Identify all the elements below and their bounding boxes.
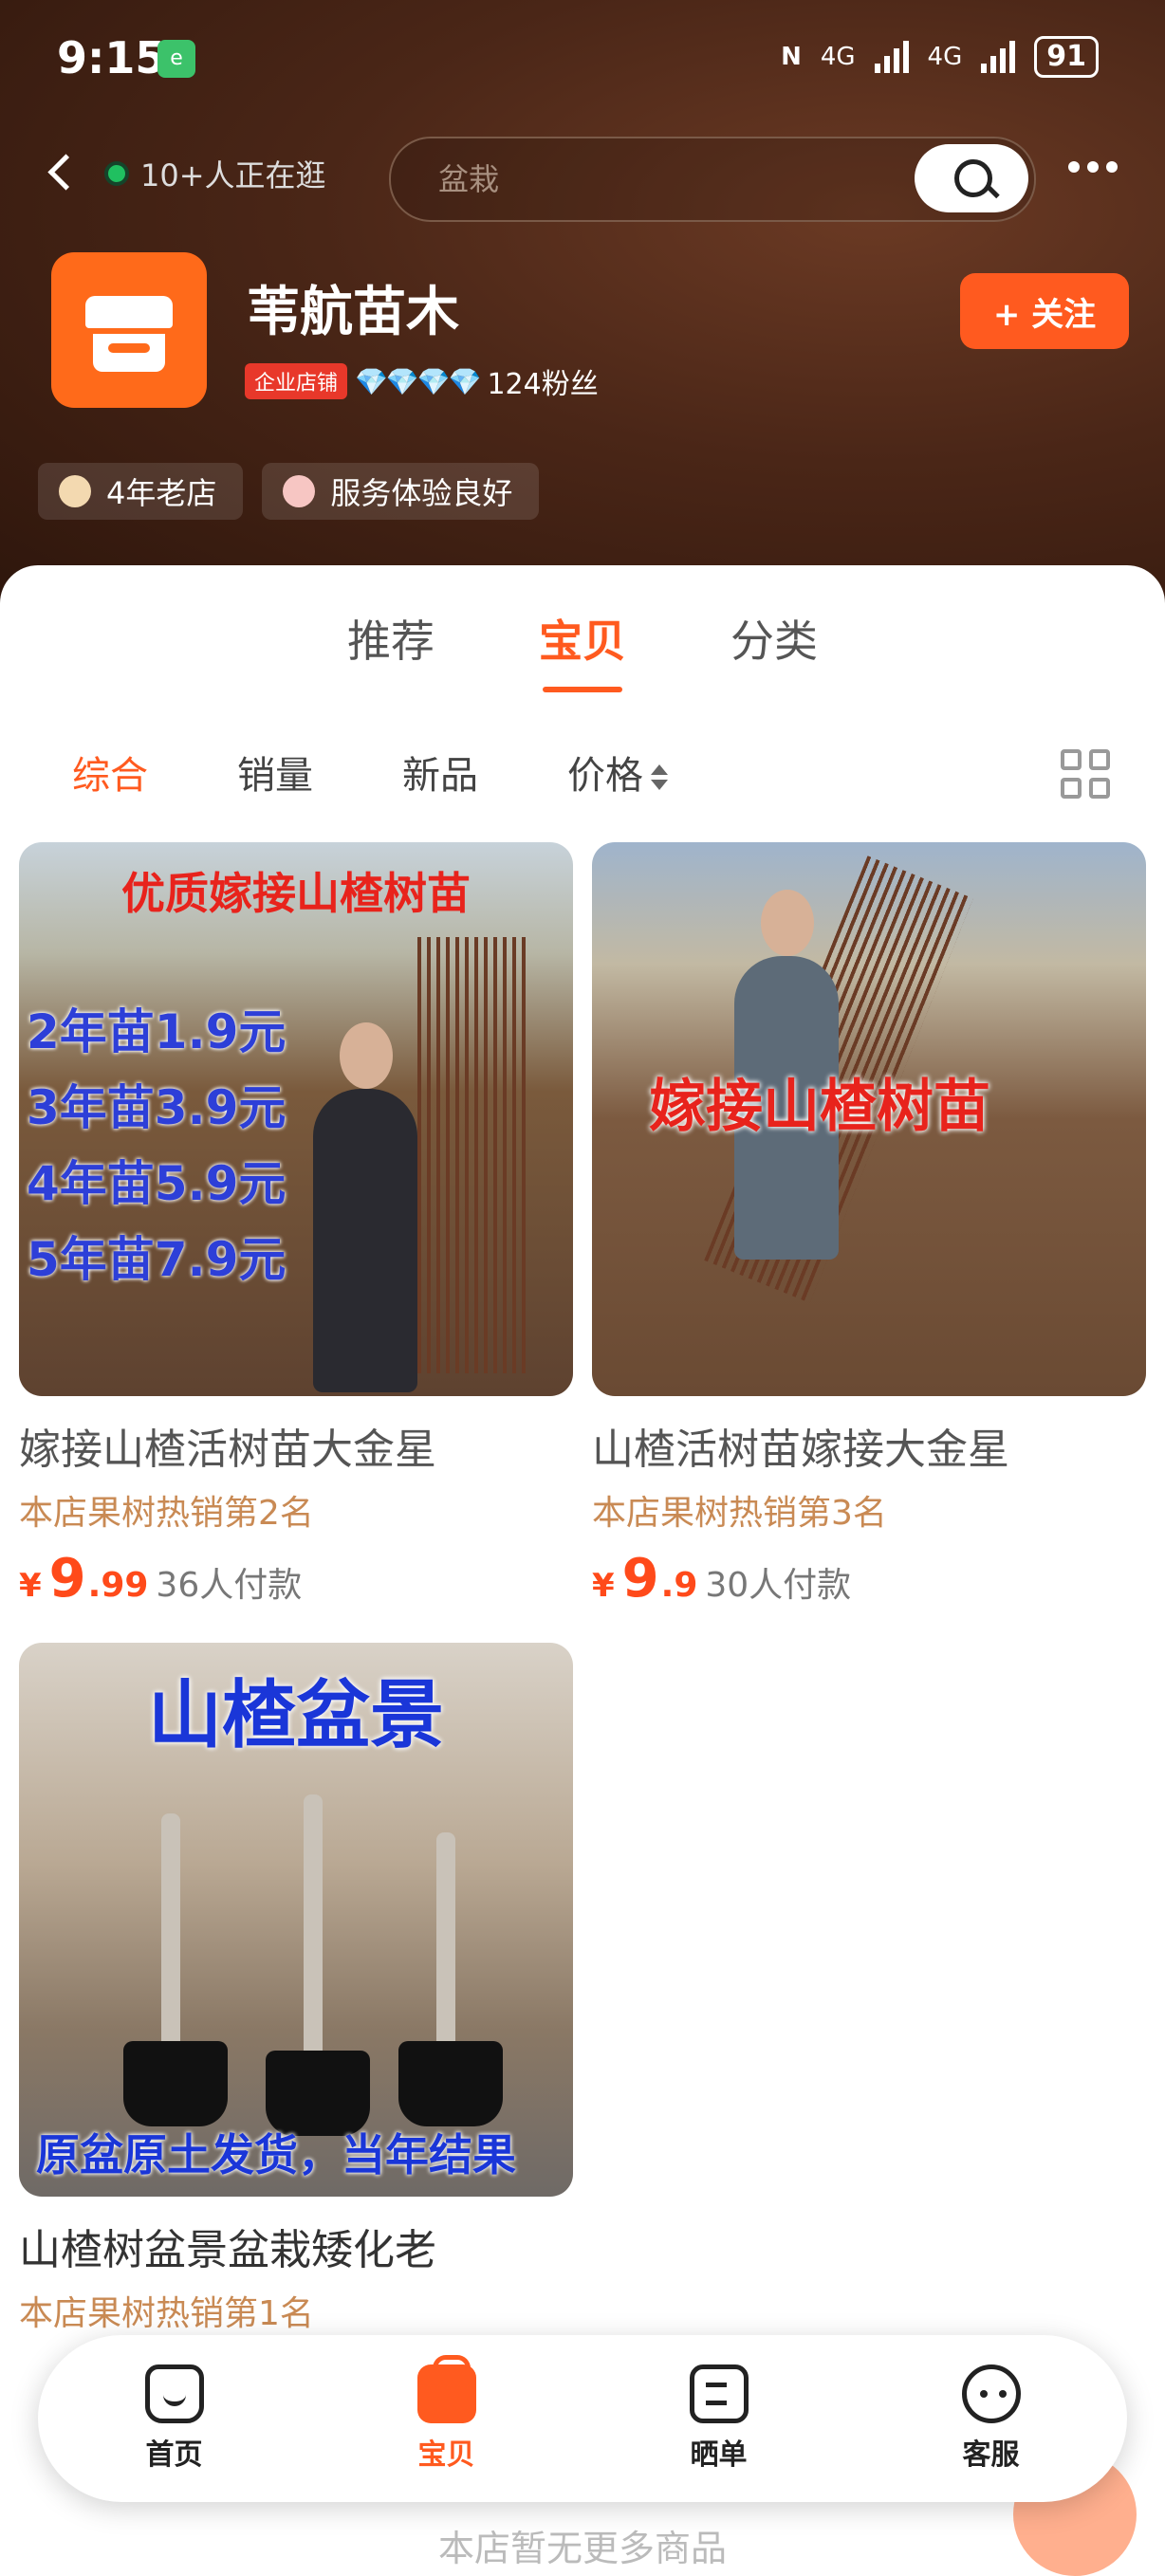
search-input[interactable] (436, 154, 858, 205)
follow-button[interactable]: + 关注 (960, 273, 1129, 349)
image-price-line: 5年苗7.9元 (27, 1232, 287, 1287)
product-image-caption: 原盆原土发货，当年结果 (36, 2129, 516, 2180)
product-price-row: ¥9.99 36人付款 (19, 1548, 573, 1610)
shop-tabs: 推荐 宝贝 分类 (0, 607, 1165, 692)
sold-count: 30人付款 (705, 1566, 852, 1605)
currency-symbol: ¥ (19, 1567, 42, 1605)
product-price-row: ¥9.9 30人付款 (592, 1548, 1146, 1610)
sort-sales[interactable]: 销量 (237, 745, 313, 800)
fans-count: 124粉丝 (487, 368, 599, 401)
price-decimal: .9 (660, 1566, 698, 1605)
back-arrow-icon[interactable] (42, 150, 80, 197)
person-figure (313, 1022, 417, 1392)
product-title[interactable]: 山楂树盆景盆栽矮化老 (19, 2216, 573, 2276)
status-right: N 4G 4G 91 (781, 36, 1099, 78)
search-icon[interactable] (915, 144, 1028, 212)
grid-view-icon[interactable] (1061, 749, 1110, 799)
sort-bar: 综合 销量 新品 价格 (72, 745, 668, 800)
nav-home[interactable]: 首页 (99, 2364, 250, 2473)
price-decimal: .99 (87, 1566, 149, 1605)
product-card[interactable]: 优质嫁接山楂树苗 2年苗1.9元 3年苗3.9元 4年苗5.9元 5年苗7.9元… (19, 842, 573, 1610)
product-title[interactable]: 嫁接山楂活树苗大金星 (19, 1415, 573, 1476)
battery-level: 91 (1034, 36, 1099, 78)
customer-service-icon (961, 2364, 1021, 2423)
product-image[interactable]: 嫁接山楂树苗 (592, 842, 1146, 1396)
shop-tag-service[interactable]: 服务体验良好 (262, 463, 540, 520)
nfc-icon: N (781, 43, 802, 71)
shop-name[interactable]: 苇航苗木 (247, 269, 459, 346)
viewers-text: 10+人正在逛 (140, 157, 326, 193)
shop-meta: 企业店铺 💎💎💎💎 124粉丝 (245, 360, 599, 402)
nav-label: 首页 (145, 2438, 203, 2472)
image-price-line: 2年苗1.9元 (27, 1004, 287, 1059)
nav-customer-service[interactable]: 客服 (915, 2364, 1067, 2473)
product-image-title: 优质嫁接山楂树苗 (121, 868, 471, 919)
status-bar: 9:15 e N 4G 4G 91 (0, 0, 1165, 114)
bonsai-trunk (304, 1794, 323, 2079)
nav-label: 宝贝 (417, 2438, 475, 2472)
product-rank: 本店果树热销第2名 (19, 1494, 314, 1533)
nav-products[interactable]: 宝贝 (371, 2355, 523, 2473)
product-image[interactable]: 优质嫁接山楂树苗 2年苗1.9元 3年苗3.9元 4年苗5.9元 5年苗7.9元 (19, 842, 573, 1396)
live-dot-icon (104, 161, 129, 186)
sort-price[interactable]: 价格 (567, 745, 668, 800)
network-label-2: 4G (927, 43, 963, 71)
shop-logo[interactable] (51, 252, 207, 408)
nav-label: 晒单 (690, 2438, 748, 2472)
signal-icon (874, 41, 909, 73)
bonsai-pot (123, 2041, 228, 2126)
product-image-prices: 2年苗1.9元 3年苗3.9元 4年苗5.9元 5年苗7.9元 (27, 994, 286, 1297)
product-card[interactable]: 嫁接山楂树苗 山楂活树苗嫁接大金星 本店果树热销第3名 ¥9.9 30人付款 (592, 842, 1146, 1610)
sort-arrows-icon (649, 759, 668, 797)
app-notification-icon: e (157, 40, 195, 78)
no-more-products-text: 本店暂无更多商品 (437, 2528, 727, 2569)
sort-overall[interactable]: 综合 (72, 745, 148, 800)
shop-tags: 4年老店 服务体验良好 (38, 463, 540, 520)
product-image[interactable]: 山楂盆景 原盆原土发货，当年结果 (19, 1643, 573, 2197)
shop-tag-label: 服务体验良好 (330, 475, 513, 511)
price-integer: 9 (621, 1548, 659, 1610)
tab-category[interactable]: 分类 (730, 607, 818, 670)
status-time: 9:15 (57, 32, 166, 83)
signal-icon-2 (981, 41, 1016, 73)
tab-recommend[interactable]: 推荐 (347, 607, 435, 670)
more-options-icon[interactable] (1068, 161, 1118, 173)
price-integer: 9 (48, 1548, 86, 1610)
sort-new[interactable]: 新品 (402, 745, 478, 800)
shop-tag-label: 4年老店 (106, 475, 217, 511)
product-rank: 本店果树热销第1名 (19, 2294, 314, 2333)
sold-count: 36人付款 (156, 1566, 303, 1605)
currency-symbol: ¥ (592, 1567, 615, 1605)
diamond-rating-icon: 💎💎💎💎 (355, 365, 481, 397)
bottom-navigation: 首页 宝贝 晒单 客服 (38, 2335, 1127, 2502)
nav-reviews[interactable]: 晒单 (643, 2364, 795, 2473)
network-label-1: 4G (820, 43, 856, 71)
image-price-line: 3年苗3.9元 (27, 1080, 287, 1135)
enterprise-badge: 企业店铺 (245, 363, 348, 399)
shop-age-icon (59, 475, 91, 507)
shopping-bag-icon (416, 2355, 476, 2423)
search-bar[interactable] (389, 137, 1036, 222)
tab-products[interactable]: 宝贝 (539, 607, 626, 692)
bonsai-pot (398, 2041, 503, 2126)
product-rank: 本店果树热销第3名 (592, 1494, 887, 1533)
product-image-title: 山楂盆景 (147, 1673, 444, 1758)
product-card[interactable]: 山楂盆景 原盆原土发货，当年结果 山楂树盆景盆栽矮化老 本店果树热销第1名 (19, 1643, 573, 2335)
nav-label: 客服 (962, 2438, 1020, 2472)
sapling-bundle (417, 937, 531, 1373)
product-image-title: 嫁接山楂树苗 (649, 1074, 990, 1140)
home-store-icon (144, 2364, 204, 2423)
viewers-count: 10+人正在逛 (104, 152, 326, 195)
shop-tag-age[interactable]: 4年老店 (38, 463, 244, 520)
review-note-icon (689, 2364, 749, 2423)
image-price-line: 4年苗5.9元 (27, 1156, 287, 1211)
sort-price-label: 价格 (567, 754, 643, 798)
service-icon (283, 475, 316, 507)
product-title[interactable]: 山楂活树苗嫁接大金星 (592, 1415, 1146, 1476)
